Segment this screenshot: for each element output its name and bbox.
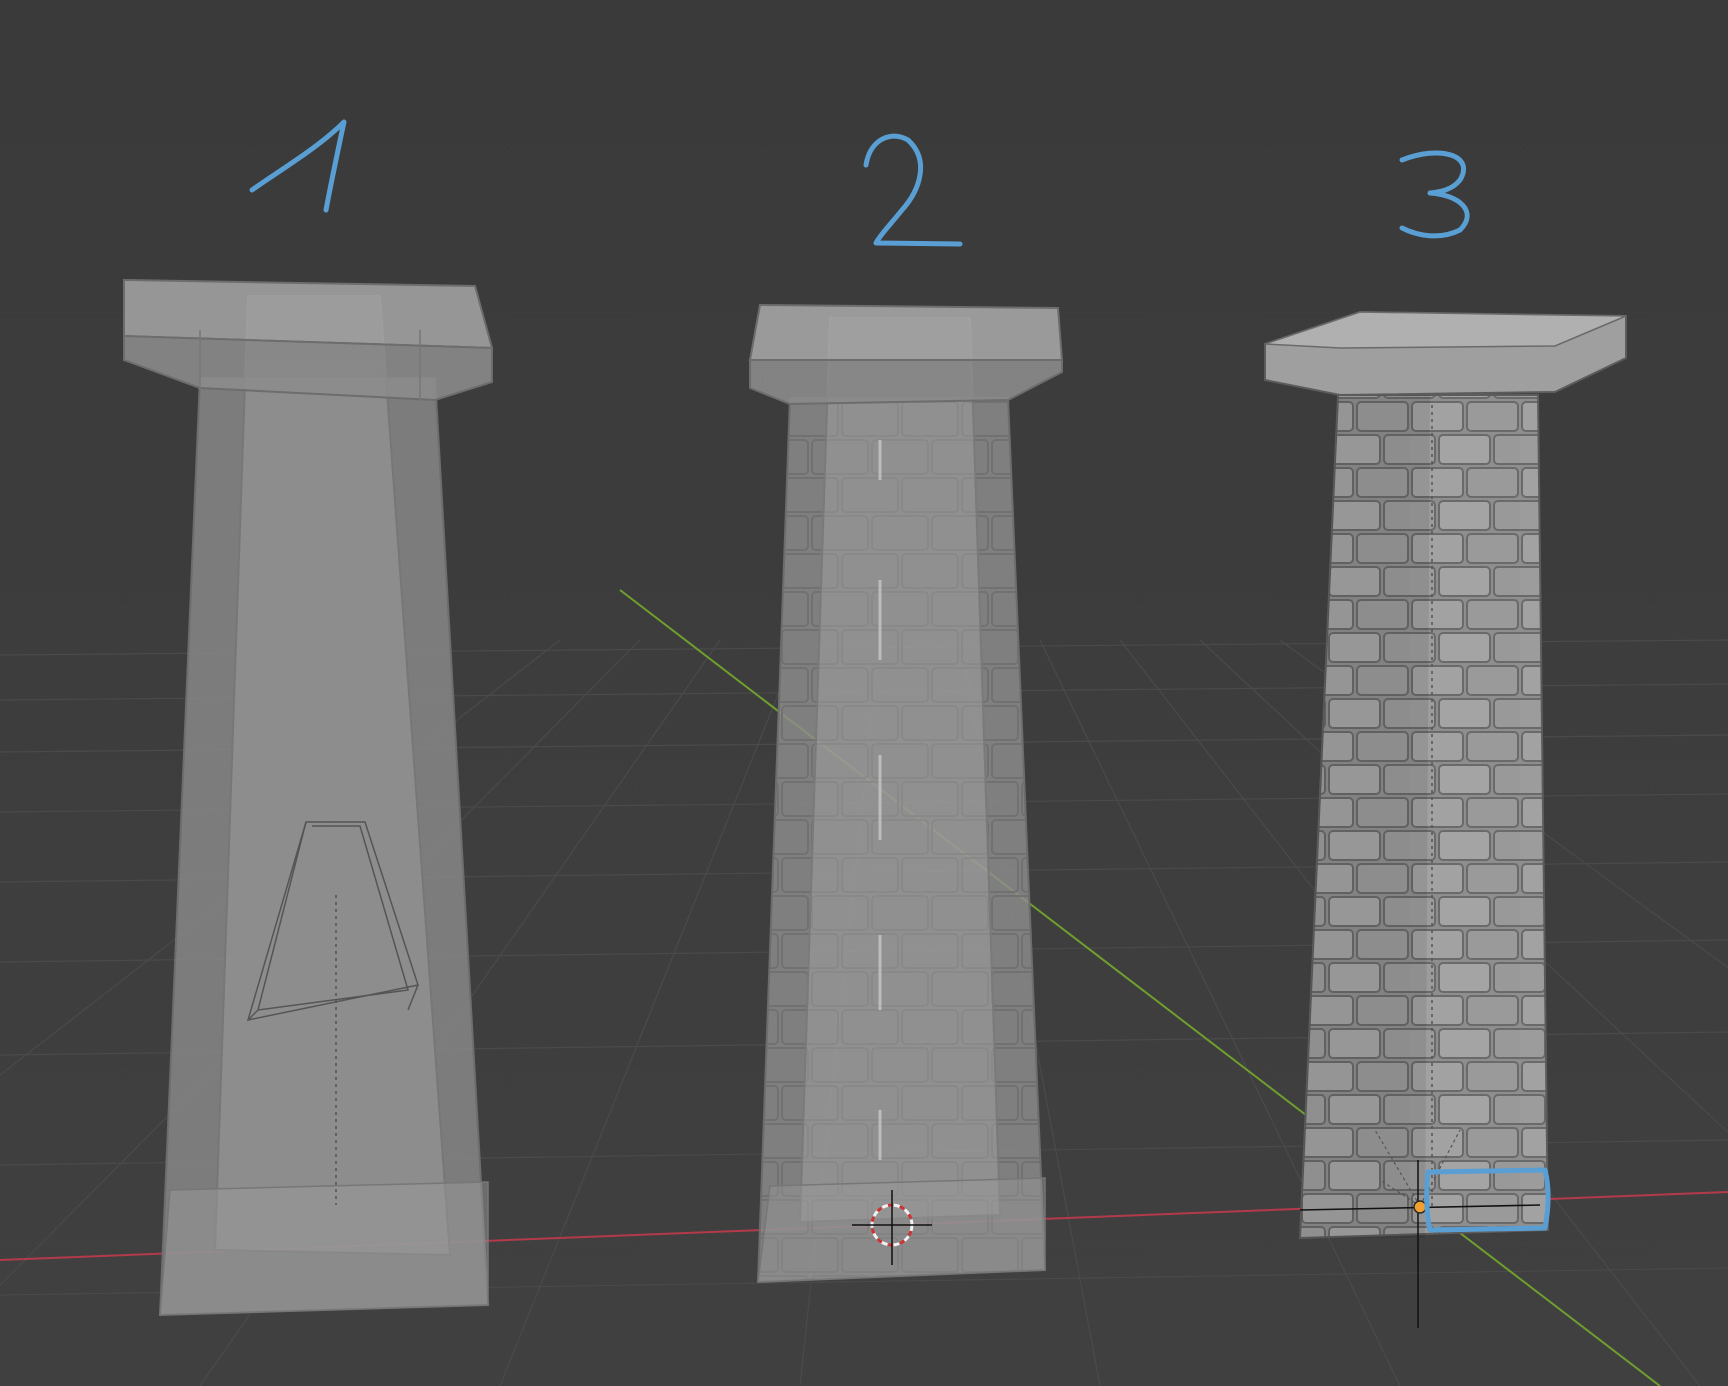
3d-viewport[interactable] [0, 0, 1728, 1386]
